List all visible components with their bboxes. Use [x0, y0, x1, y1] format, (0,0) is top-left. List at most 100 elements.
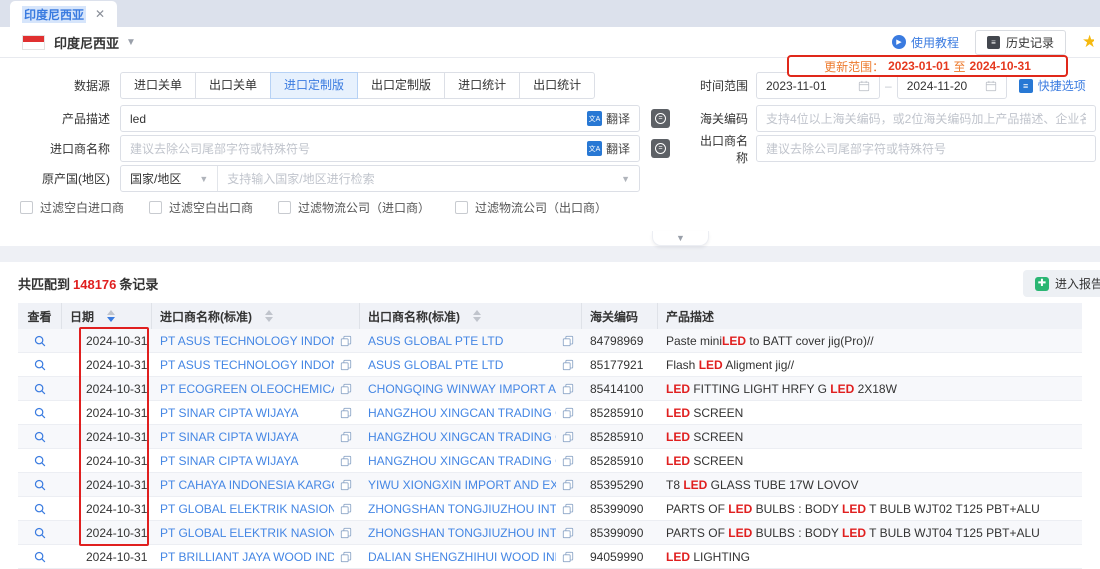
copy-icon[interactable] [340, 503, 352, 515]
hs-code-input[interactable]: 支持4位以上海关编码，或2位海关编码加上产品描述、企业名称的任意信息 [756, 105, 1096, 132]
column-header[interactable]: 进口商名称(标准) [152, 303, 360, 329]
copy-icon[interactable] [562, 503, 574, 515]
search-icon[interactable] [33, 334, 47, 348]
origin-search-input[interactable]: 支持输入国家/地区进行检索 [218, 170, 621, 187]
search-icon[interactable] [33, 382, 47, 396]
importer-link[interactable]: PT ECOGREEN OLEOCHEMICALS [160, 382, 334, 396]
view-cell [18, 358, 62, 372]
copy-icon[interactable] [340, 359, 352, 371]
date-cell: 2024-10-31 [62, 478, 152, 492]
datasource-tab[interactable]: 出口关单 [195, 72, 271, 99]
product-desc-cell: PARTS OF LED BULBS : BODY LED T BULB WJT… [658, 526, 1082, 540]
exporter-link[interactable]: ZHONGSHAN TONGJIUZHOU INTERNA... [368, 502, 556, 516]
time-range-label: 时间范围 [692, 77, 748, 94]
importer-link[interactable]: PT CAHAYA INDONESIA KARGO [160, 478, 334, 492]
search-icon[interactable] [33, 406, 47, 420]
table-header-row: 查看日期进口商名称(标准)出口商名称(标准)海关编码产品描述 [18, 303, 1082, 329]
sort-icon[interactable] [265, 310, 273, 322]
copy-icon[interactable] [562, 479, 574, 491]
importer-input[interactable]: 建议去除公司尾部字符或特殊符号 文A 翻译 [120, 135, 640, 162]
product-desc-cell: T8 LED GLASS TUBE 17W LOVOV [658, 478, 1082, 492]
view-cell [18, 454, 62, 468]
datasource-tab[interactable]: 进口关单 [120, 72, 196, 99]
importer-link[interactable]: PT SINAR CIPTA WIJAYA [160, 406, 334, 420]
copy-icon[interactable] [340, 335, 352, 347]
tab-close-icon[interactable]: ✕ [95, 8, 105, 20]
copy-icon[interactable] [562, 455, 574, 467]
exporter-input[interactable]: 建议去除公司尾部字符或特殊符号 [756, 135, 1096, 162]
column-header[interactable]: 出口商名称(标准) [360, 303, 582, 329]
copy-icon[interactable] [562, 359, 574, 371]
datasource-tab[interactable]: 进口定制版 [270, 72, 358, 99]
copy-icon[interactable] [340, 383, 352, 395]
copy-icon[interactable] [340, 407, 352, 419]
importer-link[interactable]: PT GLOBAL ELEKTRIK NASIONAL [160, 526, 334, 540]
importer-link[interactable]: PT SINAR CIPTA WIJAYA [160, 430, 334, 444]
filter-checkbox[interactable]: 过滤空白进口商 [20, 199, 124, 216]
translate-button[interactable]: 文A 翻译 [587, 110, 630, 127]
copy-icon[interactable] [562, 383, 574, 395]
importer-link[interactable]: PT SINAR CIPTA WIJAYA [160, 454, 334, 468]
search-icon[interactable] [33, 526, 47, 540]
product-desc-input[interactable]: led 文A 翻译 [120, 105, 640, 132]
sort-icon[interactable] [473, 310, 481, 322]
importer-link[interactable]: PT ASUS TECHNOLOGY INDONESIA BA... [160, 334, 334, 348]
search-icon[interactable] [33, 550, 47, 564]
copy-icon[interactable] [562, 527, 574, 539]
copy-icon[interactable] [562, 335, 574, 347]
exporter-link[interactable]: HANGZHOU XINGCAN TRADING CO LTD [368, 454, 556, 468]
importer-link[interactable]: PT ASUS TECHNOLOGY INDONESIA BA... [160, 358, 334, 372]
filter-checkboxes: 过滤空白进口商 过滤空白出口商 过滤物流公司（进口商） 过滤物流公司（出口商） [20, 198, 607, 216]
filter-checkbox[interactable]: 过滤物流公司（出口商） [455, 199, 607, 216]
search-icon[interactable] [33, 430, 47, 444]
favorite-icon[interactable]: ★ [1082, 32, 1094, 52]
copy-icon[interactable] [340, 455, 352, 467]
datasource-tab[interactable]: 进口统计 [444, 72, 520, 99]
filter-checkbox[interactable]: 过滤空白出口商 [149, 199, 253, 216]
exporter-link[interactable]: HANGZHOU XINGCAN TRADING CO LTD [368, 430, 556, 444]
copy-icon[interactable] [340, 479, 352, 491]
chevron-down-icon[interactable]: ▼ [621, 174, 639, 184]
translate-button[interactable]: 文A 翻译 [587, 140, 630, 157]
column-header[interactable]: 日期 [62, 303, 152, 329]
copy-icon[interactable] [340, 527, 352, 539]
exclude-button[interactable]: = [651, 109, 670, 128]
exporter-link[interactable]: ASUS GLOBAL PTE LTD [368, 358, 556, 372]
exporter-link[interactable]: DALIAN SHENGZHIHUI WOOD INDUST... [368, 550, 556, 564]
tab-indonesia[interactable]: 印度尼西亚 ✕ [10, 1, 117, 27]
page-header: 印度尼西亚 ▼ ▶ 使用教程 ≡ 历史记录 ★ [0, 27, 1100, 58]
importer-link[interactable]: PT BRILLIANT JAYA WOOD INDUSTRY [160, 550, 334, 564]
copy-icon[interactable] [562, 431, 574, 443]
quick-options-button[interactable]: ≡ 快捷选项 [1019, 77, 1086, 94]
exporter-link[interactable]: YIWU XIONGXIN IMPORT AND EXPORT... [368, 478, 556, 492]
origin-select[interactable]: 国家/地区 ▼ [121, 166, 218, 191]
copy-icon[interactable] [340, 551, 352, 563]
search-icon[interactable] [33, 478, 47, 492]
exporter-cell: HANGZHOU XINGCAN TRADING CO LTD [360, 454, 582, 468]
importer-link[interactable]: PT GLOBAL ELEKTRIK NASIONAL [160, 502, 334, 516]
datasource-tab[interactable]: 出口统计 [519, 72, 595, 99]
exclude-button[interactable]: = [651, 139, 670, 158]
hs-code-cell: 85285910 [582, 406, 658, 420]
datasource-tab[interactable]: 出口定制版 [357, 72, 445, 99]
exporter-link[interactable]: CHONGQING WINWAY IMPORT AND E... [368, 382, 556, 396]
copy-icon[interactable] [340, 431, 352, 443]
collapse-panel-button[interactable]: ▼ [652, 231, 709, 246]
tutorial-link[interactable]: ▶ 使用教程 [892, 34, 959, 51]
filter-checkbox[interactable]: 过滤物流公司（进口商） [278, 199, 430, 216]
chevron-down-icon[interactable]: ▼ [126, 37, 136, 48]
copy-icon[interactable] [562, 551, 574, 563]
view-cell [18, 430, 62, 444]
search-icon[interactable] [33, 454, 47, 468]
history-button[interactable]: ≡ 历史记录 [975, 30, 1066, 55]
importer-cell: PT SINAR CIPTA WIJAYA [152, 406, 360, 420]
exporter-link[interactable]: HANGZHOU XINGCAN TRADING CO LTD [368, 406, 556, 420]
search-icon[interactable] [33, 358, 47, 372]
exporter-link[interactable]: ZHONGSHAN TONGJIUZHOU INTERNA... [368, 526, 556, 540]
exporter-cell: ZHONGSHAN TONGJIUZHOU INTERNA... [360, 502, 582, 516]
enter-report-button[interactable]: ✚ 进入报告 [1023, 270, 1100, 297]
copy-icon[interactable] [562, 407, 574, 419]
search-icon[interactable] [33, 502, 47, 516]
exporter-link[interactable]: ASUS GLOBAL PTE LTD [368, 334, 556, 348]
sort-icon[interactable] [107, 310, 115, 322]
